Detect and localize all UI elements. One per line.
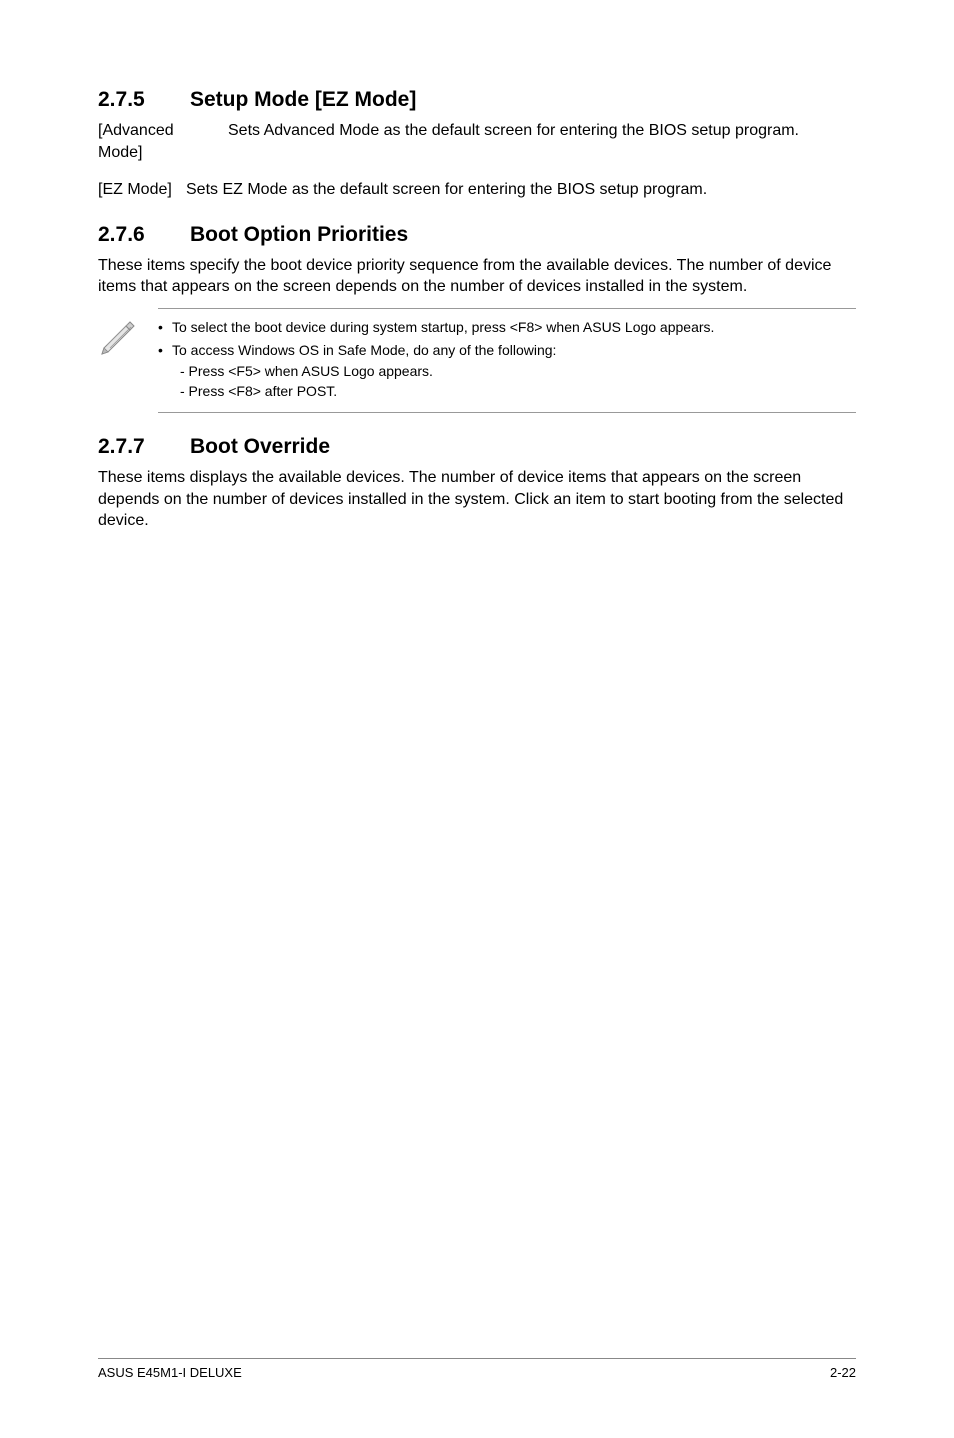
- note-item: To access Windows OS in Safe Mode, do an…: [158, 340, 856, 401]
- page-footer: ASUS E45M1-I DELUXE 2-22: [98, 1358, 856, 1380]
- note-block: To select the boot device during system …: [98, 308, 856, 413]
- definition-term: [EZ Mode]: [98, 179, 186, 201]
- note-icon-column: [98, 308, 158, 361]
- definition-term: [Advanced Mode]: [98, 120, 228, 163]
- pencil-icon: [98, 314, 140, 361]
- note-text: To select the boot device during system …: [172, 319, 714, 335]
- note-text: To access Windows OS in Safe Mode, do an…: [172, 342, 556, 358]
- section-heading-2-7-7: 2.7.7 Boot Override: [98, 435, 856, 459]
- section-title: Boot Option Priorities: [190, 223, 408, 247]
- definition-row-advanced-mode: [Advanced Mode] Sets Advanced Mode as th…: [98, 120, 856, 163]
- note-list: To select the boot device during system …: [158, 317, 856, 401]
- footer-left: ASUS E45M1-I DELUXE: [98, 1365, 242, 1380]
- body-paragraph: These items specify the boot device prio…: [98, 255, 856, 298]
- note-subitem: - Press <F8> after POST.: [172, 381, 856, 401]
- section-number: 2.7.5: [98, 88, 190, 112]
- note-content: To select the boot device during system …: [158, 308, 856, 413]
- section-heading-2-7-5: 2.7.5 Setup Mode [EZ Mode]: [98, 88, 856, 112]
- definition-body: Sets Advanced Mode as the default screen…: [228, 120, 856, 163]
- footer-page-number: 2-22: [830, 1365, 856, 1380]
- note-item: To select the boot device during system …: [158, 317, 856, 337]
- section-heading-2-7-6: 2.7.6 Boot Option Priorities: [98, 223, 856, 247]
- section-number: 2.7.7: [98, 435, 190, 459]
- definition-row-ez-mode: [EZ Mode] Sets EZ Mode as the default sc…: [98, 179, 856, 201]
- section-title: Boot Override: [190, 435, 330, 459]
- document-page: 2.7.5 Setup Mode [EZ Mode] [Advanced Mod…: [0, 0, 954, 1438]
- definition-body: Sets EZ Mode as the default screen for e…: [186, 179, 856, 201]
- body-paragraph: These items displays the available devic…: [98, 467, 856, 532]
- section-number: 2.7.6: [98, 223, 190, 247]
- note-subitem: - Press <F5> when ASUS Logo appears.: [172, 361, 856, 381]
- section-title: Setup Mode [EZ Mode]: [190, 88, 416, 112]
